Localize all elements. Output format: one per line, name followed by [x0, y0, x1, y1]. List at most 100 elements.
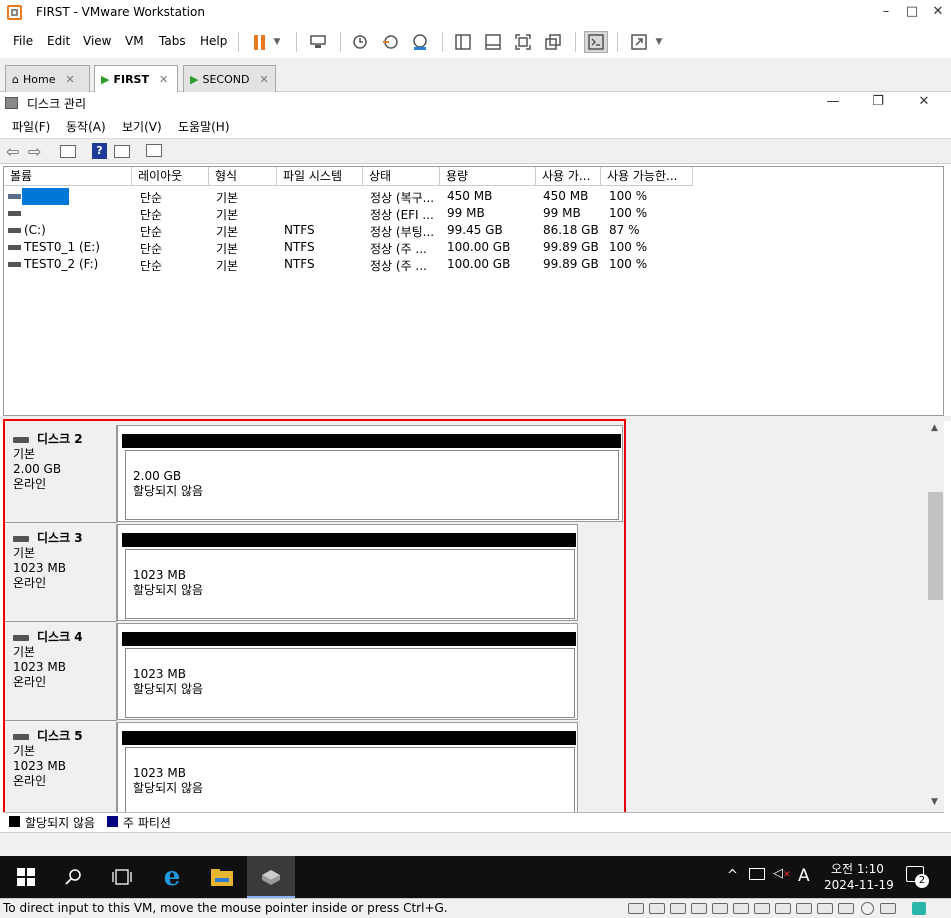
snapshot-manager-icon[interactable] — [408, 31, 432, 53]
message-log-icon[interactable] — [912, 902, 926, 915]
hard-disk-icon[interactable] — [670, 903, 686, 914]
disk-row[interactable]: 디스크 5 기본 1023 MB 온라인 1023 MB 할당되지 않음 — [3, 722, 623, 812]
hard-disk-icon[interactable] — [733, 903, 749, 914]
cell-free: 450 MB — [543, 189, 589, 203]
diskmgmt-restore-button[interactable]: ❐ — [864, 90, 892, 114]
unallocated-partition[interactable]: 2.00 GB 할당되지 않음 — [125, 450, 619, 520]
close-tab-icon[interactable]: ✕ — [159, 73, 168, 86]
console-view-icon[interactable] — [584, 31, 608, 53]
tab-second[interactable]: ▶ SECOND ✕ — [183, 65, 276, 92]
settings-icon[interactable] — [146, 144, 162, 157]
volume-muted-icon[interactable]: ◁✕ — [773, 866, 791, 881]
column-header-percent-free[interactable]: 사용 가능한... — [601, 167, 693, 186]
diskmgmt-minimize-button[interactable]: — — [819, 90, 847, 114]
unallocated-partition[interactable]: 1023 MB 할당되지 않음 — [125, 549, 575, 619]
table-row[interactable]: 단순 기본 정상 (EFI ... 99 MB 99 MB 100 % — [4, 205, 944, 222]
console-tree-icon[interactable] — [114, 145, 130, 158]
column-header-volume[interactable]: 볼륨 — [4, 167, 132, 186]
stretch-dropdown-icon[interactable]: ▼ — [652, 31, 666, 53]
menu-help[interactable]: Help — [200, 34, 227, 48]
network-icon[interactable] — [749, 868, 765, 880]
ime-indicator[interactable]: A — [798, 866, 810, 886]
file-explorer-icon[interactable] — [198, 856, 246, 898]
hard-disk-icon[interactable] — [817, 903, 833, 914]
cell-free: 99 MB — [543, 206, 581, 220]
menu-view[interactable]: 보기(V) — [122, 118, 162, 135]
scroll-up-icon[interactable]: ▲ — [931, 423, 938, 433]
unallocated-partition[interactable]: 1023 MB 할당되지 않음 — [125, 648, 575, 718]
menu-vm[interactable]: VM — [125, 34, 144, 48]
scroll-down-icon[interactable]: ▼ — [931, 797, 938, 807]
stretch-icon[interactable] — [627, 31, 651, 53]
tab-home[interactable]: ⌂ Home ✕ — [5, 65, 90, 92]
column-header-status[interactable]: 상태 — [363, 167, 440, 186]
menu-view[interactable]: View — [83, 34, 111, 48]
disk-info[interactable]: 디스크 3 기본 1023 MB 온라인 — [3, 524, 117, 622]
send-ctrl-alt-del-icon[interactable] — [306, 31, 330, 53]
disk-info[interactable]: 디스크 2 기본 2.00 GB 온라인 — [3, 425, 117, 523]
task-view-icon[interactable] — [98, 856, 146, 898]
column-header-filesystem[interactable]: 파일 시스템 — [277, 167, 363, 186]
full-screen-icon[interactable] — [511, 31, 535, 53]
menu-file[interactable]: File — [13, 34, 33, 48]
column-header-layout[interactable]: 레이아웃 — [132, 167, 209, 186]
power-dropdown-icon[interactable]: ▼ — [270, 31, 284, 53]
snapshot-icon[interactable] — [348, 31, 372, 53]
maximize-button[interactable]: □ — [898, 0, 926, 24]
table-row[interactable]: 단순 기본 정상 (복구... 450 MB 450 MB 100 % — [4, 188, 944, 205]
disk-row[interactable]: 디스크 2 기본 2.00 GB 온라인 2.00 GB 할당되지 않음 — [3, 425, 623, 523]
disk-info[interactable]: 디스크 4 기본 1023 MB 온라인 — [3, 623, 117, 721]
hard-disk-icon[interactable] — [796, 903, 812, 914]
usb-icon[interactable] — [880, 903, 896, 914]
internet-explorer-icon[interactable]: e — [148, 856, 196, 898]
show-hidden-icons-icon[interactable]: ^ — [727, 868, 738, 883]
menu-tabs[interactable]: Tabs — [159, 34, 186, 48]
volume-list[interactable]: 볼륨 레이아웃 형식 파일 시스템 상태 용량 사용 가... 사용 가능한..… — [3, 166, 944, 416]
hard-disk-icon[interactable] — [775, 903, 791, 914]
cd-dvd-icon[interactable] — [861, 902, 874, 915]
column-header-type[interactable]: 형식 — [209, 167, 277, 186]
search-icon[interactable] — [50, 856, 98, 898]
disk-row[interactable]: 디스크 3 기본 1023 MB 온라인 1023 MB 할당되지 않음 — [3, 524, 623, 622]
server-manager-icon[interactable] — [247, 856, 295, 898]
diskmgmt-close-button[interactable]: ✕ — [910, 90, 938, 114]
hard-disk-icon[interactable] — [649, 903, 665, 914]
disk-info[interactable]: 디스크 5 기본 1023 MB 온라인 — [3, 722, 117, 812]
start-button[interactable] — [2, 856, 50, 898]
menu-file[interactable]: 파일(F) — [12, 118, 50, 135]
hard-disk-icon[interactable] — [712, 903, 728, 914]
revert-snapshot-icon[interactable] — [378, 31, 402, 53]
table-row[interactable]: (C:) 단순 기본 NTFS 정상 (부팅... 99.45 GB 86.18 GB 87 … — [4, 222, 944, 239]
hard-disk-icon[interactable] — [754, 903, 770, 914]
forward-arrow-icon[interactable]: ⇨ — [28, 142, 41, 161]
disk-pane-scrollbar[interactable]: ▲ ▼ — [927, 421, 944, 812]
unity-icon[interactable] — [541, 31, 565, 53]
close-button[interactable]: ✕ — [924, 0, 951, 24]
disk-size: 2.00 GB — [13, 462, 62, 476]
hard-disk-icon[interactable] — [691, 903, 707, 914]
hard-disk-icon[interactable] — [628, 903, 644, 914]
scrollbar-thumb[interactable] — [928, 492, 943, 600]
tab-first[interactable]: ▶ FIRST ✕ — [94, 65, 178, 93]
close-tab-icon[interactable]: ✕ — [259, 73, 268, 86]
close-tab-icon[interactable]: ✕ — [65, 73, 74, 86]
properties-icon[interactable] — [60, 145, 76, 158]
network-adapter-icon[interactable] — [838, 903, 854, 914]
table-row[interactable]: TEST0_2 (F:) 단순 기본 NTFS 정상 (주 ... 100.00 GB 99… — [4, 256, 944, 273]
disk-row[interactable]: 디스크 4 기본 1023 MB 온라인 1023 MB 할당되지 않음 — [3, 623, 623, 721]
clock-date[interactable]: 2024-11-19 — [824, 878, 894, 892]
menu-help[interactable]: 도움말(H) — [178, 118, 230, 135]
sidebar-view-icon[interactable] — [451, 31, 475, 53]
clock-time[interactable]: 오전 1:10 — [831, 860, 884, 877]
back-arrow-icon[interactable]: ⇦ — [6, 142, 19, 161]
menu-action[interactable]: 동작(A) — [66, 118, 106, 135]
minimize-button[interactable]: – — [872, 0, 900, 24]
column-header-capacity[interactable]: 용량 — [440, 167, 536, 186]
thumbnail-bar-icon[interactable] — [481, 31, 505, 53]
column-header-free[interactable]: 사용 가... — [536, 167, 601, 186]
unallocated-partition[interactable]: 1023 MB 할당되지 않음 — [125, 747, 575, 812]
menu-edit[interactable]: Edit — [47, 34, 70, 48]
table-row[interactable]: TEST0_1 (E:) 단순 기본 NTFS 정상 (주 ... 100.00 GB 99… — [4, 239, 944, 256]
pause-icon[interactable] — [247, 31, 271, 53]
help-icon[interactable]: ? — [92, 143, 107, 159]
